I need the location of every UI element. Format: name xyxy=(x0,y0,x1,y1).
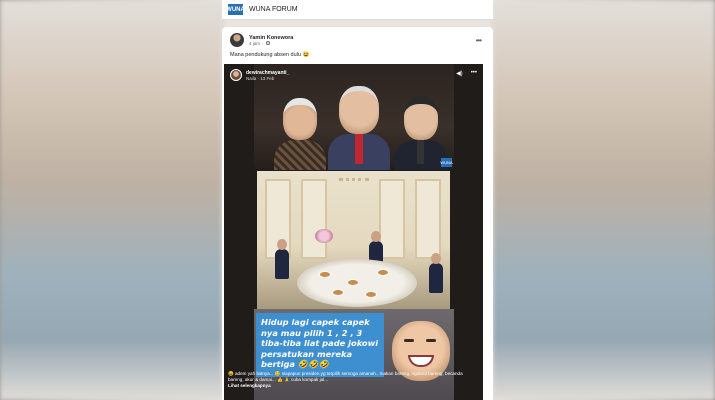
video-username: dewirachmayanti_ xyxy=(246,69,290,76)
video-player[interactable]: dewirachmayanti_ Naila · 13 Feb ◀) ••• W… xyxy=(224,64,483,400)
group-name[interactable]: WUNA FORUM xyxy=(249,6,298,13)
video-caption: 😆 adem yah liatnya... 😊 siapapun preside… xyxy=(228,371,478,390)
video-more-icon[interactable]: ••• xyxy=(471,70,477,77)
video-caption-text: 😆 adem yah liatnya... 😊 siapapun preside… xyxy=(228,371,463,383)
globe-icon xyxy=(265,41,270,45)
post-caption: Mana pendukung absen dulu 😆 xyxy=(230,52,310,58)
volume-icon[interactable]: ◀) xyxy=(456,70,463,77)
post-card: Yamin Konewora 4 jam · ••• Mana pendukun… xyxy=(222,27,493,400)
more-icon[interactable]: ••• xyxy=(476,36,482,45)
post-time[interactable]: 4 jam xyxy=(249,41,260,46)
post-meta: 4 jam · xyxy=(249,41,293,46)
video-avatar xyxy=(230,69,242,81)
person-center xyxy=(328,86,390,170)
background-veil-right xyxy=(493,0,715,400)
see-more-link[interactable]: Lihat selengkapnya xyxy=(228,383,271,388)
background-veil-left xyxy=(0,0,222,400)
person-left xyxy=(274,98,326,170)
video-subtitle: Naila · 13 Feb xyxy=(246,75,275,81)
chandelier xyxy=(339,171,369,181)
dining-room-photo xyxy=(257,171,450,309)
person-right xyxy=(394,96,448,170)
video-controls: ◀) ••• xyxy=(456,70,477,77)
corner-badge: WUNA xyxy=(440,158,453,167)
flowers xyxy=(315,229,333,243)
overlay-text: Hidup lagi capek capek nya mau pilih 1 ,… xyxy=(256,313,384,377)
video-header: dewirachmayanti_ Naila · 13 Feb xyxy=(230,69,289,81)
post-header: Yamin Konewora 4 jam · xyxy=(230,33,293,47)
avatar[interactable] xyxy=(230,33,244,47)
group-header[interactable]: WUNA WUNA FORUM xyxy=(222,0,493,20)
group-logo: WUNA xyxy=(226,4,245,15)
